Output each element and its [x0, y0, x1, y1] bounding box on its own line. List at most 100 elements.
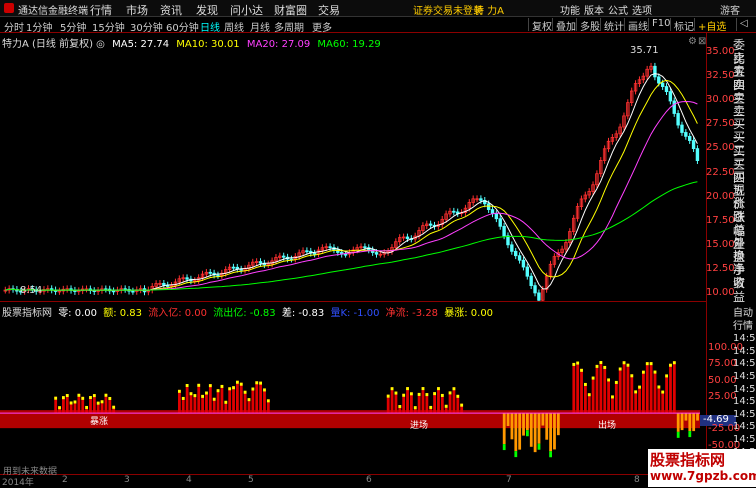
menu-caifuquan[interactable]: 财富圈 — [274, 2, 307, 18]
inflow-bar — [452, 387, 456, 414]
inflow-bar — [603, 365, 607, 414]
inflow-bar — [433, 392, 436, 414]
multi-stock-button[interactable]: 多股 — [576, 18, 600, 33]
inflow-cap — [587, 393, 591, 397]
inflow-bar — [216, 389, 220, 414]
inflow-bar — [417, 392, 421, 414]
candle-body — [131, 290, 135, 293]
menu-xuanxiang[interactable]: 选项 — [632, 2, 652, 17]
tab-60min[interactable]: 60分钟 — [166, 19, 199, 34]
inflow-cap — [212, 397, 216, 401]
menu-gongneng[interactable]: 功能 — [560, 2, 580, 17]
outflow-cap — [537, 443, 541, 450]
inflow-cap — [657, 385, 661, 389]
inflow-bar — [189, 392, 193, 414]
add-watchlist-button[interactable]: +自选 — [694, 18, 726, 33]
inflow-bar — [645, 362, 649, 414]
tab-15min[interactable]: 15分钟 — [92, 19, 125, 34]
inflow-bar — [251, 387, 255, 414]
overlay-button[interactable]: 叠加 — [552, 18, 576, 33]
date-tick: 2 — [62, 475, 68, 485]
mark-button[interactable]: 标记 — [670, 18, 694, 33]
inflow-cap — [398, 405, 402, 409]
inflow-cap — [201, 394, 204, 398]
watermark-line2: www.7gpzb.com — [650, 469, 756, 483]
inflow-cap — [390, 387, 394, 391]
menu-banben[interactable]: 版本 — [584, 2, 604, 17]
inflow-bar — [572, 362, 576, 414]
menu-gongshi[interactable]: 公式 — [608, 2, 628, 17]
inflow-cap — [603, 365, 607, 369]
candle-body — [684, 132, 688, 137]
stats-button[interactable]: 统计 — [600, 18, 624, 33]
inflow-bar — [630, 374, 634, 414]
candle-body — [529, 275, 533, 287]
inflow-bar — [622, 361, 626, 414]
inflow-bar — [657, 385, 661, 414]
outflow-bar — [553, 413, 556, 450]
tab-multi-period[interactable]: 多周期 — [274, 19, 304, 34]
inflow-cap — [595, 364, 599, 368]
date-tick: 8 — [634, 475, 640, 485]
outflow-cap — [526, 430, 529, 437]
menu-zixun[interactable]: 资讯 — [160, 2, 182, 18]
outflow-bar — [696, 413, 699, 421]
inflow-bar — [634, 390, 638, 414]
date-tick: 4 — [186, 475, 192, 485]
marker-surge: 暴涨 — [90, 417, 109, 427]
outflow-cap — [502, 444, 506, 451]
candle-body — [231, 266, 236, 269]
outflow-bar — [556, 413, 560, 436]
candle-body — [92, 290, 96, 292]
guest-button[interactable]: 游客 — [720, 2, 740, 17]
outflow-bar — [680, 413, 684, 431]
tab-5min[interactable]: 5分钟 — [60, 19, 86, 34]
inflow-cap — [239, 382, 243, 386]
draw-line-button[interactable]: 画线 — [624, 18, 648, 33]
collapse-icon[interactable]: ◁ — [736, 18, 748, 31]
inflow-cap — [89, 396, 92, 400]
candle-body — [363, 246, 367, 249]
menu-faxian[interactable]: 发现 — [196, 2, 218, 18]
tab-weekly[interactable]: 周线 — [224, 19, 244, 34]
indicator-chart[interactable] — [0, 316, 706, 474]
inflow-bar — [661, 390, 665, 414]
tab-fenshi[interactable]: 分时 — [4, 19, 24, 34]
inflow-cap — [386, 394, 390, 398]
candle-body — [258, 261, 263, 264]
login-notice[interactable]: 证券交易未登录 — [413, 2, 483, 17]
inflow-bar — [638, 385, 641, 414]
outflow-bar — [676, 413, 680, 432]
inflow-cap — [576, 361, 580, 365]
ma10-line — [5, 79, 698, 291]
inflow-cap — [599, 361, 603, 365]
inflow-bar — [649, 362, 653, 414]
menu-shichang[interactable]: 市场 — [126, 2, 148, 18]
date-tick: 5 — [248, 475, 254, 485]
candle-body — [486, 203, 491, 210]
inflow-bar — [653, 370, 657, 414]
inflow-cap — [92, 394, 96, 398]
tab-30min[interactable]: 30分钟 — [130, 19, 163, 34]
price-tick: 15.00 — [706, 238, 735, 250]
tab-daily[interactable]: 日线 — [200, 19, 220, 34]
outflow-bar — [533, 413, 537, 453]
inflow-bar — [614, 380, 618, 414]
candle-body — [537, 292, 541, 301]
f10-button[interactable]: F10 — [648, 18, 670, 31]
tab-1min[interactable]: 1分钟 — [26, 19, 52, 34]
menu-hangqing[interactable]: 行情 — [90, 2, 112, 18]
inflow-bar — [580, 368, 583, 414]
tab-more[interactable]: 更多 — [312, 19, 332, 34]
candle-body — [514, 250, 518, 257]
candlestick-chart[interactable] — [0, 33, 706, 301]
tab-monthly[interactable]: 月线 — [250, 19, 270, 34]
inflow-cap — [417, 392, 421, 396]
candle-body — [502, 225, 506, 237]
fuquan-button[interactable]: 复权 — [528, 18, 552, 33]
menu-wenxiaoda[interactable]: 问小达 — [230, 2, 263, 18]
inflow-cap — [62, 396, 65, 400]
future-data-note: 用到未来数据 — [3, 467, 58, 477]
menu-jiaoyi[interactable]: 交易 — [318, 2, 340, 18]
outflow-cap — [676, 431, 680, 438]
